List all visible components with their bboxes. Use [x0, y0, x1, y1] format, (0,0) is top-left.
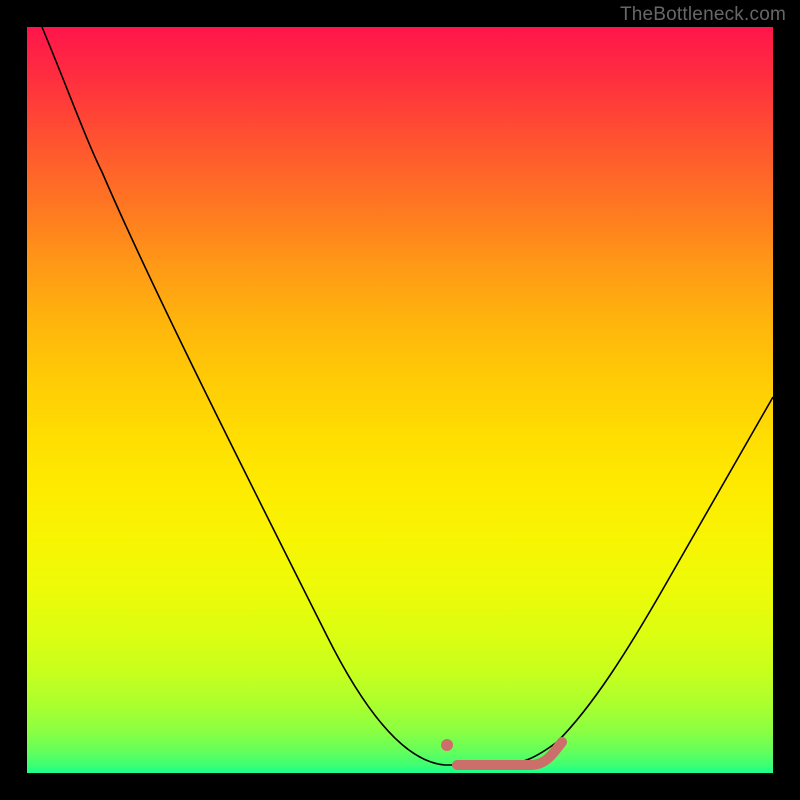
bottleneck-curve [42, 27, 773, 765]
highlight-segment [457, 742, 562, 765]
watermark-text: TheBottleneck.com [620, 4, 786, 26]
plot-area [27, 27, 773, 773]
chart-svg [27, 27, 773, 773]
highlight-dot-left [441, 739, 453, 751]
